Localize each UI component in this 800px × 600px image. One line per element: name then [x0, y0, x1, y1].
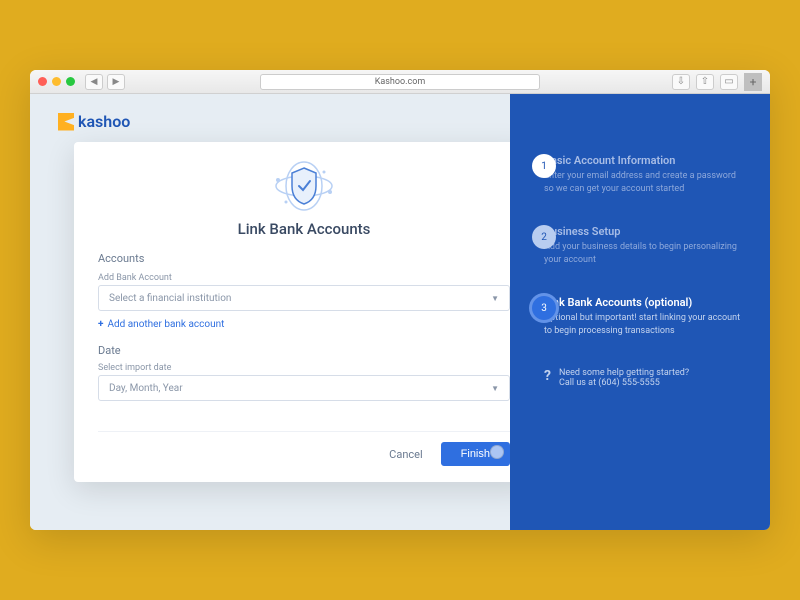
browser-window: ◀ ▶ Kashoo.com ⇩ ⇧ ▭ + kashoo — [30, 70, 770, 530]
bank-select-placeholder: Select a financial institution — [109, 293, 231, 304]
step-number: 1 — [532, 154, 556, 178]
browser-titlebar: ◀ ▶ Kashoo.com ⇩ ⇧ ▭ + — [30, 70, 770, 94]
tabs-icon[interactable]: ▭ — [720, 74, 738, 90]
help-block: ? Need some help getting started? Call u… — [544, 368, 746, 388]
window-controls — [38, 77, 75, 86]
download-icon[interactable]: ⇩ — [672, 74, 690, 90]
url-bar[interactable]: Kashoo.com — [260, 74, 540, 90]
logo-mark-icon — [58, 113, 74, 131]
toolbar-right: ⇩ ⇧ ▭ + — [672, 73, 762, 91]
step-title: Basic Account Information — [544, 154, 746, 167]
add-bank-label: Add another bank account — [107, 319, 224, 330]
maximize-window-icon[interactable] — [66, 77, 75, 86]
date-section-label: Date — [98, 344, 510, 357]
date-select[interactable]: Day, Month, Year ▼ — [98, 375, 510, 401]
steps-list: 1 Basic Account Information Enter your e… — [544, 154, 746, 338]
add-bank-link[interactable]: + Add another bank account — [98, 319, 510, 330]
chevron-down-icon: ▼ — [491, 294, 499, 303]
new-tab-button[interactable]: + — [744, 73, 762, 91]
logo-text: kashoo — [78, 112, 130, 131]
date-select-placeholder: Day, Month, Year — [109, 383, 183, 394]
modal-footer: Cancel Finish — [98, 431, 510, 466]
step-1: 1 Basic Account Information Enter your e… — [544, 154, 746, 195]
finish-button[interactable]: Finish — [441, 442, 510, 466]
step-desc: Optional but important! start linking yo… — [544, 312, 746, 337]
step-desc: Add your business details to begin perso… — [544, 241, 746, 266]
steps-sidebar: 1 Basic Account Information Enter your e… — [510, 94, 770, 530]
page-content: kashoo Link Bank Accounts — [30, 94, 770, 530]
back-button[interactable]: ◀ — [85, 74, 103, 90]
shield-illustration — [259, 158, 349, 214]
date-section: Date Select import date Day, Month, Year… — [98, 344, 510, 401]
step-2: 2 Business Setup Add your business detai… — [544, 225, 746, 266]
close-window-icon[interactable] — [38, 77, 47, 86]
help-line-1: Need some help getting started? — [559, 368, 689, 378]
forward-button[interactable]: ▶ — [107, 74, 125, 90]
bank-field-label: Add Bank Account — [98, 273, 510, 283]
nav-arrows: ◀ ▶ — [85, 74, 125, 90]
finish-label: Finish — [461, 448, 490, 460]
logo[interactable]: kashoo — [58, 112, 130, 131]
minimize-window-icon[interactable] — [52, 77, 61, 86]
date-field-label: Select import date — [98, 363, 510, 373]
step-number: 2 — [532, 225, 556, 249]
step-title: Business Setup — [544, 225, 746, 238]
chevron-down-icon: ▼ — [491, 384, 499, 393]
step-desc: Enter your email address and create a pa… — [544, 170, 746, 195]
modal-title: Link Bank Accounts — [98, 220, 510, 238]
share-icon[interactable]: ⇧ — [696, 74, 714, 90]
step-title: Link Bank Accounts (optional) — [544, 296, 746, 309]
plus-icon: + — [98, 319, 103, 330]
cursor-icon — [490, 445, 504, 459]
help-icon: ? — [544, 368, 551, 384]
onboarding-modal: Link Bank Accounts Accounts Add Bank Acc… — [74, 142, 534, 482]
help-line-2: Call us at (604) 555-5555 — [559, 378, 689, 388]
cancel-button[interactable]: Cancel — [389, 448, 422, 461]
left-panel: kashoo Link Bank Accounts — [30, 94, 510, 530]
step-3: 3 Link Bank Accounts (optional) Optional… — [544, 296, 746, 337]
accounts-section-label: Accounts — [98, 252, 510, 265]
bank-select[interactable]: Select a financial institution ▼ — [98, 285, 510, 311]
